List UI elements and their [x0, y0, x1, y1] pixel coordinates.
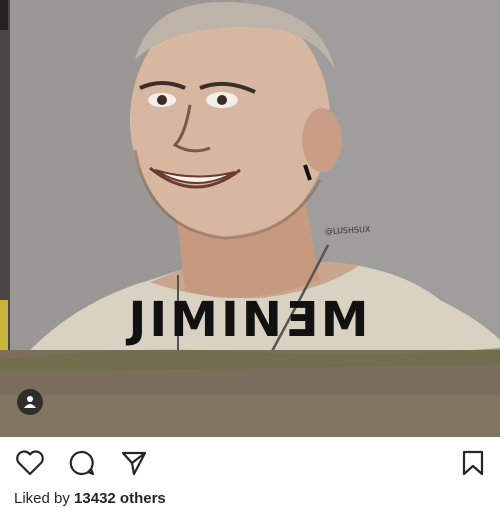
person-icon [24, 396, 36, 408]
paper-plane-icon [121, 451, 147, 476]
post-action-bar [0, 437, 500, 489]
bookmark-icon [462, 450, 484, 476]
comment-icon [69, 450, 95, 476]
comment-button[interactable] [66, 449, 98, 477]
heart-icon [16, 450, 44, 476]
like-button[interactable] [14, 449, 46, 477]
tagged-users-button[interactable] [17, 389, 43, 415]
save-button[interactable] [457, 449, 489, 477]
post-photo[interactable]: JIMINƎM @LUSHSUX [0, 0, 500, 437]
share-button[interactable] [118, 449, 150, 477]
likes-summary[interactable]: Liked by 13432 others [14, 490, 166, 507]
mural-image [0, 0, 500, 437]
mural-lettering: JIMINƎM [128, 292, 372, 348]
likes-count[interactable]: 13432 others [74, 490, 166, 507]
likes-prefix: Liked by [14, 490, 70, 507]
